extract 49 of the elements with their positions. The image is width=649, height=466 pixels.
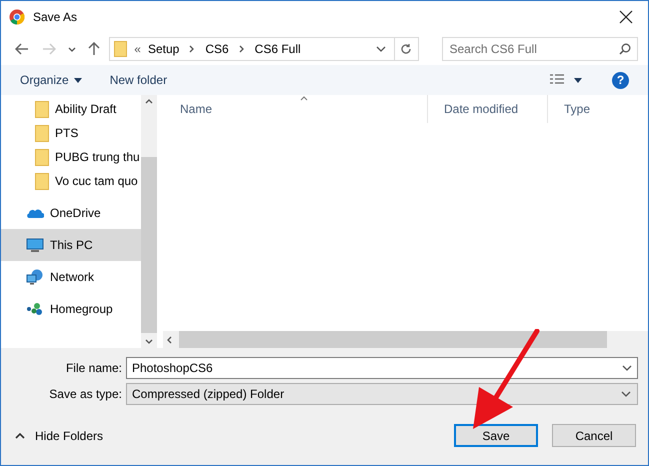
field-label: Save as type:: [48, 386, 122, 403]
breadcrumb[interactable]: Setup: [148, 40, 180, 58]
app-icon: [9, 8, 25, 24]
sidebar-item[interactable]: PTS: [1, 121, 141, 145]
back-arrow-icon: [14, 42, 29, 54]
search-icon: [619, 42, 632, 54]
file-name-field[interactable]: PhotoshopCS6: [126, 357, 638, 379]
breadcrumb[interactable]: CS6 Full: [254, 40, 301, 58]
column-header[interactable]: Type: [548, 95, 648, 123]
folder-icon: [35, 172, 49, 190]
overflow-indicator: «: [134, 40, 141, 58]
sidebar-item[interactable]: Network: [1, 261, 141, 293]
sidebar-item[interactable]: OneDrive: [1, 197, 141, 229]
sidebar-item[interactable]: Homegroup: [1, 293, 141, 325]
sidebar-item[interactable]: Vo cuc tam quo: [1, 169, 141, 193]
file-type-dropdown[interactable]: Compressed (zipped) Folder: [126, 383, 638, 405]
chevron-up-icon: [15, 432, 25, 439]
help-button[interactable]: ?: [612, 72, 629, 88]
network-icon: [26, 269, 44, 285]
window-title: Save As: [33, 8, 78, 26]
close-icon: [619, 10, 633, 24]
breadcrumb[interactable]: CS6: [205, 40, 229, 58]
sidebar-item[interactable]: PUBG trung thu: [1, 145, 141, 169]
folder-icon: [35, 124, 49, 142]
up-arrow-icon: [88, 42, 100, 56]
column-header[interactable]: Name: [163, 95, 428, 123]
caret-icon: [74, 78, 82, 82]
scrollbar-thumb[interactable]: [141, 157, 157, 333]
caret-icon: [574, 78, 582, 82]
folder-icon: [35, 100, 49, 118]
sidebar-item[interactable]: This PC: [1, 229, 141, 261]
sidebar-item[interactable]: Ability Draft: [1, 97, 141, 121]
refresh-icon[interactable]: [400, 42, 412, 54]
organize-button[interactable]: Organize: [20, 71, 82, 89]
cancel-button[interactable]: Cancel: [552, 424, 636, 447]
monitor-icon: [26, 238, 44, 252]
forward-arrow-icon: [42, 42, 56, 54]
homegroup-icon: [26, 302, 44, 316]
column-header[interactable]: Date modified: [428, 95, 548, 123]
search-field[interactable]: Search CS6 Full: [442, 36, 638, 60]
folder-icon: [114, 40, 128, 56]
field-label: File name:: [64, 360, 122, 377]
cloud-icon: [26, 207, 44, 219]
scrollbar-thumb[interactable]: [179, 331, 607, 348]
folder-icon: [35, 148, 49, 166]
new-folder-button[interactable]: New folder: [110, 71, 168, 89]
save-button[interactable]: Save: [454, 424, 538, 447]
hide-folders-button[interactable]: Hide Folders: [11, 426, 104, 444]
address-bar[interactable]: « Setup CS6 CS6 Full: [109, 36, 419, 60]
